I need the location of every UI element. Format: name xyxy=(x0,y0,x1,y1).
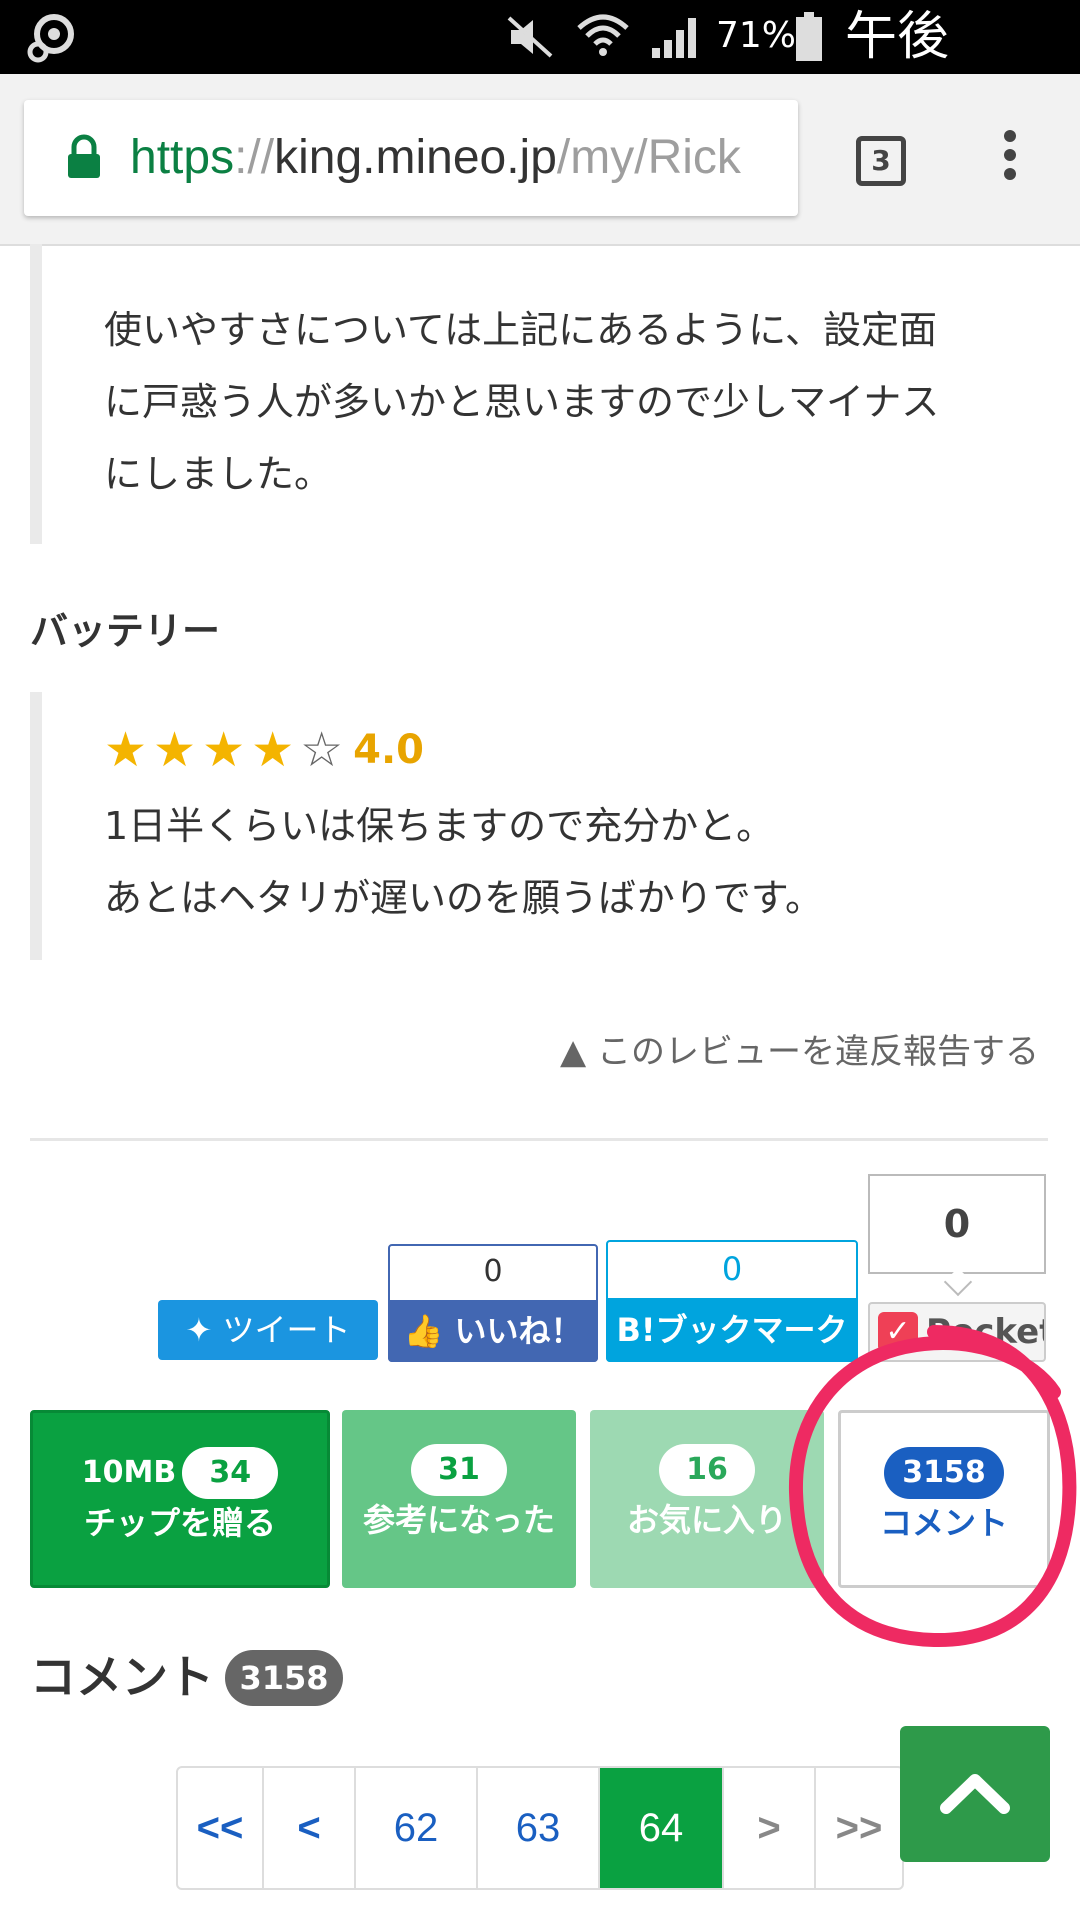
usability-quote xyxy=(30,244,42,544)
url-scheme: https xyxy=(130,131,235,184)
star-empty-icon: ☆ xyxy=(300,722,344,778)
divider xyxy=(30,1138,1048,1141)
last-page-button[interactable]: >> xyxy=(816,1768,902,1888)
status-bar: 71% 午後 8:21 xyxy=(0,0,1080,129)
send-tip-button[interactable]: 10MB 34 チップを贈る xyxy=(30,1410,330,1588)
usability-line-1: 使いやすさについては上記にあるように、設定面 xyxy=(104,308,937,352)
usability-line-3: にしました。 xyxy=(104,452,333,496)
battery-line-1: 1日半くらいは保ちますので充分かと。 xyxy=(104,804,775,848)
tab-switcher-button[interactable]: 3 xyxy=(856,136,906,186)
page-64-button[interactable]: 64 xyxy=(600,1768,724,1888)
comments-count-badge: 3158 xyxy=(225,1650,343,1706)
comments-heading: コメント xyxy=(30,1650,214,1704)
star-full-icon: ★ xyxy=(202,722,246,778)
scroll-to-top-button[interactable] xyxy=(900,1726,1050,1862)
mute-icon xyxy=(507,16,553,58)
tip-amount: 10MB xyxy=(81,1455,177,1490)
warning-icon: ▲ xyxy=(560,1032,587,1072)
helpful-count-badge: 31 xyxy=(411,1444,507,1496)
tweet-label: ツイート xyxy=(222,1311,351,1349)
helpful-label: 参考になった xyxy=(362,1501,555,1539)
tip-count-badge: 34 xyxy=(182,1447,279,1499)
annotation-circle xyxy=(788,1325,1077,1648)
usability-line-2: に戸惑う人が多いかと思いますので少しマイナス xyxy=(104,380,940,424)
url-host: king.mineo.jp xyxy=(274,131,557,184)
lock-icon xyxy=(68,134,100,178)
page-63-button[interactable]: 63 xyxy=(478,1768,600,1888)
send-tip-label: チップを贈る xyxy=(83,1504,276,1542)
facebook-like-count: 0 xyxy=(483,1254,503,1289)
chevron-up-icon xyxy=(940,1774,1010,1814)
favorite-count-badge: 16 xyxy=(659,1444,755,1496)
battery-rating: ★ ★ ★ ★ ☆ 4.0 xyxy=(104,722,424,778)
thumbs-up-icon: 👍 xyxy=(403,1312,444,1350)
wifi-icon xyxy=(577,14,629,56)
pagination: << < 62 63 64 > >> xyxy=(176,1766,904,1890)
battery-heading: バッテリー xyxy=(30,609,221,653)
tweet-button[interactable]: ✦ ツイート xyxy=(158,1300,378,1360)
hatena-bookmark-count: 0 xyxy=(721,1250,743,1288)
url-text[interactable]: https://king.mineo.jp/my/Rick xyxy=(130,128,780,188)
prev-page-button[interactable]: < xyxy=(264,1768,356,1888)
battery-line-2: あとはヘタリが遅いのを願うばかりです。 xyxy=(104,876,823,920)
battery-quote xyxy=(30,692,42,960)
first-page-button[interactable]: << xyxy=(178,1768,264,1888)
battery-icon xyxy=(796,12,822,61)
facebook-like-label: いいね！ xyxy=(454,1312,583,1350)
page-62-button[interactable]: 62 xyxy=(356,1768,478,1888)
facebook-like-button[interactable]: 👍 いいね！ xyxy=(388,1300,598,1362)
url-separator: :// xyxy=(234,131,275,184)
url-path: /my/Rick xyxy=(556,131,741,184)
signal-icon xyxy=(652,18,696,58)
next-page-button[interactable]: > xyxy=(724,1768,816,1888)
pocket-count: 0 xyxy=(868,1174,1046,1274)
twitter-bird-icon: ✦ xyxy=(185,1311,213,1349)
star-full-icon: ★ xyxy=(251,722,295,778)
report-link[interactable]: ▲ このレビューを違反報告する xyxy=(560,1024,1039,1073)
battery-percent: 71% xyxy=(716,15,797,56)
star-full-icon: ★ xyxy=(104,722,148,778)
overflow-menu-icon[interactable] xyxy=(1000,130,1020,190)
report-link-label: このレビューを違反報告する xyxy=(596,1032,1039,1072)
star-full-icon: ★ xyxy=(153,722,197,778)
link-notification-icon xyxy=(27,14,74,63)
rating-value: 4.0 xyxy=(353,727,425,773)
helpful-button[interactable]: 31 参考になった xyxy=(342,1410,576,1588)
